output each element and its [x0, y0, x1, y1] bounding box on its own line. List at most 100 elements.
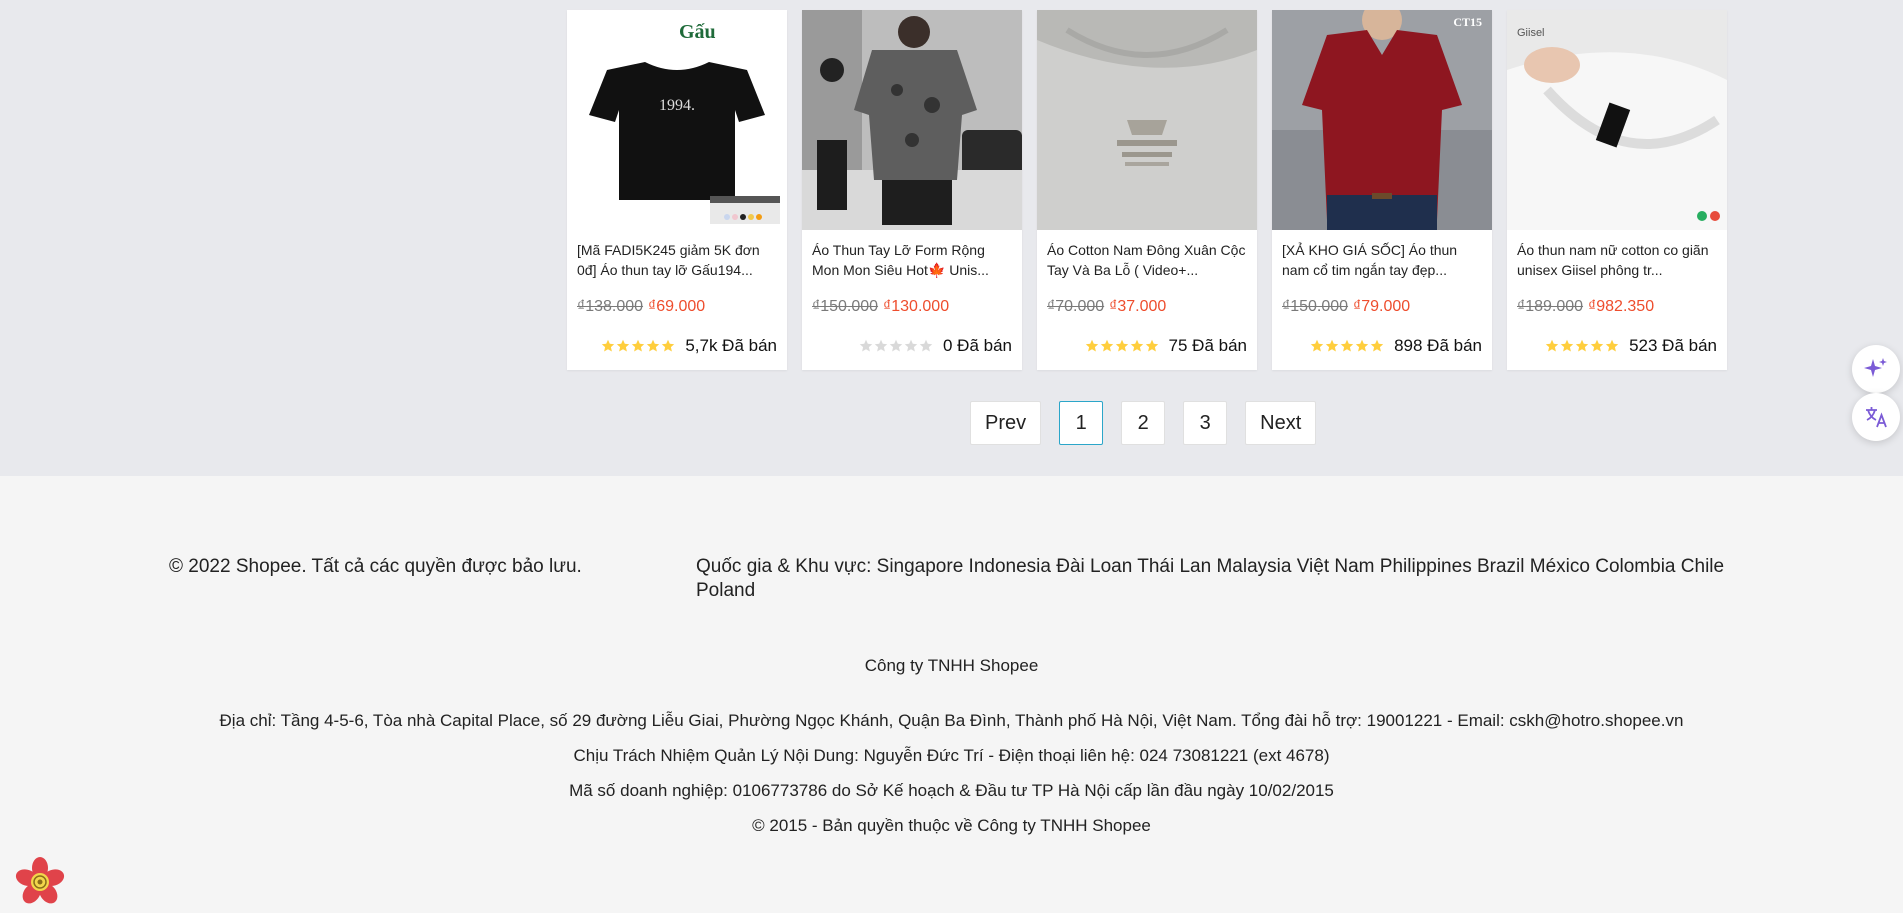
star-icon	[919, 339, 933, 352]
country-link[interactable]: Colombia	[1595, 556, 1681, 577]
sold-count: 0 Đã bán	[943, 336, 1012, 355]
star-icon	[1605, 339, 1619, 352]
product-meta: 523 Đã bán	[1545, 336, 1717, 356]
footer-copyright: © 2022 Shopee. Tất cả các quyền được bảo…	[169, 556, 582, 577]
star-icon	[602, 339, 615, 352]
ai-assistant-button[interactable]	[1852, 345, 1900, 393]
country-link[interactable]: Poland	[696, 580, 755, 601]
product-title: Áo thun nam nữ cotton co giãn unisex Gii…	[1517, 242, 1709, 278]
sold-count: 5,7k Đã bán	[685, 336, 777, 355]
product-title: Áo Thun Tay Lỡ Form Rộng Mon Mon Siêu Ho…	[812, 242, 989, 278]
flower-logo-icon[interactable]	[14, 856, 66, 913]
product-card[interactable]: Áo Thun Tay Lỡ Form Rộng Mon Mon Siêu Ho…	[802, 10, 1022, 370]
next-button[interactable]: Next	[1245, 401, 1317, 445]
star-icon	[1145, 339, 1158, 352]
product-meta: 0 Đã bán	[859, 336, 1012, 356]
pagination: Prev 1 2 3 Next	[970, 401, 1317, 445]
country-list: Quốc gia & Khu vực: Singapore Indonesia …	[696, 555, 1736, 603]
sale-price: ₫982.350	[1588, 298, 1655, 315]
product-card[interactable]: CT15 [XẢ KHO GIÁ SỐC] Áo thun nam cổ tim…	[1272, 10, 1492, 370]
star-icon	[1590, 339, 1604, 352]
star-icon	[859, 339, 873, 352]
star-icon	[1545, 339, 1559, 352]
product-image	[802, 10, 1022, 230]
product-title: [Mã FADI5K245 giảm 5K đơn 0đ] Áo thun ta…	[577, 242, 760, 278]
star-icon	[1355, 339, 1369, 352]
product-card[interactable]: Giisel Áo thun nam nữ cotton co giãn uni…	[1507, 10, 1727, 370]
country-link[interactable]: Singapore	[877, 556, 969, 577]
star-icon	[1325, 339, 1339, 352]
shirt-print-text: 1994.	[659, 97, 695, 114]
product-meta: 898 Đã bán	[1310, 336, 1482, 356]
star-icon	[1340, 339, 1354, 352]
copyright-2015: © 2015 - Bản quyền thuộc về Công ty TNHH…	[752, 816, 1151, 835]
prev-button[interactable]: Prev	[970, 401, 1042, 445]
star-icon	[1130, 339, 1143, 352]
translate-button[interactable]	[1852, 393, 1900, 441]
rating-stars	[859, 339, 933, 353]
sale-price: ₫79.000	[1353, 298, 1411, 315]
product-card[interactable]: Gấu 1994. [Mã FADI5K245 giảm 5K đơn 0đ] …	[567, 10, 787, 370]
page-button-1[interactable]: 1	[1059, 401, 1104, 445]
product-card[interactable]: Áo Cotton Nam Đông Xuân Cộc Tay Và Ba Lỗ…	[1037, 10, 1257, 370]
country-link[interactable]: Thái Lan	[1137, 556, 1216, 577]
star-icon	[874, 339, 888, 352]
star-icon	[1100, 339, 1113, 352]
country-link[interactable]: Malaysia	[1216, 556, 1296, 577]
star-icon	[1560, 339, 1574, 352]
star-icon	[1370, 339, 1384, 352]
product-grid: Gấu 1994. [Mã FADI5K245 giảm 5K đơn 0đ] …	[567, 10, 1727, 370]
product-price: ₫138.000 ₫69.000	[577, 298, 705, 316]
star-icon	[647, 339, 660, 352]
country-link[interactable]: Đài Loan	[1056, 556, 1137, 577]
rating-stars	[1085, 339, 1159, 353]
star-icon	[1115, 339, 1128, 352]
star-icon	[904, 339, 918, 352]
rating-stars	[1545, 339, 1619, 353]
sparkle-icon	[1864, 358, 1887, 377]
footer-top: © 2022 Shopee. Tất cả các quyền được bảo…	[169, 555, 1736, 603]
product-price: ₫150.000 ₫130.000	[812, 298, 949, 316]
product-title: [XẢ KHO GIÁ SỐC] Áo thun nam cổ tim ngắn…	[1282, 242, 1458, 278]
page-button-2[interactable]: 2	[1121, 401, 1166, 445]
company-name: Công ty TNHH Shopee	[864, 656, 1039, 675]
product-image: Gấu 1994.	[567, 10, 787, 230]
original-price: ₫150.000	[1282, 298, 1349, 315]
sale-price: ₫130.000	[883, 298, 950, 315]
sold-count: 75 Đã bán	[1168, 336, 1247, 355]
brand-logo-text: Giisel	[1517, 27, 1545, 39]
country-link[interactable]: Indonesia	[969, 556, 1057, 577]
country-link[interactable]: Chile	[1681, 556, 1724, 577]
content-manager: Chịu Trách Nhiệm Quản Lý Nội Dung: Nguyễ…	[573, 746, 1330, 765]
sale-price: ₫69.000	[648, 298, 706, 315]
business-registration: Mã số doanh nghiệp: 0106773786 do Sở Kế …	[569, 781, 1334, 800]
star-icon	[1575, 339, 1589, 352]
product-meta: 75 Đã bán	[1085, 336, 1247, 356]
product-price: ₫150.000 ₫79.000	[1282, 298, 1410, 316]
translate-icon	[1866, 407, 1887, 428]
country-link[interactable]: Brazil	[1477, 556, 1530, 577]
rating-stars	[601, 339, 675, 353]
original-price: ₫189.000	[1517, 298, 1584, 315]
country-link[interactable]: Philippines	[1380, 556, 1477, 577]
country-link[interactable]: México	[1530, 556, 1595, 577]
brand-logo-text: Gấu	[679, 21, 716, 43]
product-title: Áo Cotton Nam Đông Xuân Cộc Tay Và Ba Lỗ…	[1047, 242, 1246, 278]
product-image: Giisel	[1507, 10, 1727, 230]
product-meta: 5,7k Đã bán	[601, 336, 777, 356]
original-price: ₫150.000	[812, 298, 879, 315]
product-price: ₫70.000 ₫37.000	[1047, 298, 1166, 316]
country-label: Quốc gia & Khu vực:	[696, 556, 877, 577]
product-price: ₫189.000 ₫982.350	[1517, 298, 1654, 316]
rating-stars	[1310, 339, 1384, 353]
star-icon	[889, 339, 903, 352]
corner-tag: CT15	[1453, 15, 1482, 29]
star-icon	[662, 339, 675, 352]
product-image: CT15	[1272, 10, 1492, 230]
original-price: ₫138.000	[577, 298, 644, 315]
page-button-3[interactable]: 3	[1183, 401, 1228, 445]
sold-count: 523 Đã bán	[1629, 336, 1717, 355]
star-icon	[1310, 339, 1324, 352]
country-link[interactable]: Việt Nam	[1297, 556, 1380, 577]
product-section: Gấu 1994. [Mã FADI5K245 giảm 5K đơn 0đ] …	[0, 0, 1903, 476]
